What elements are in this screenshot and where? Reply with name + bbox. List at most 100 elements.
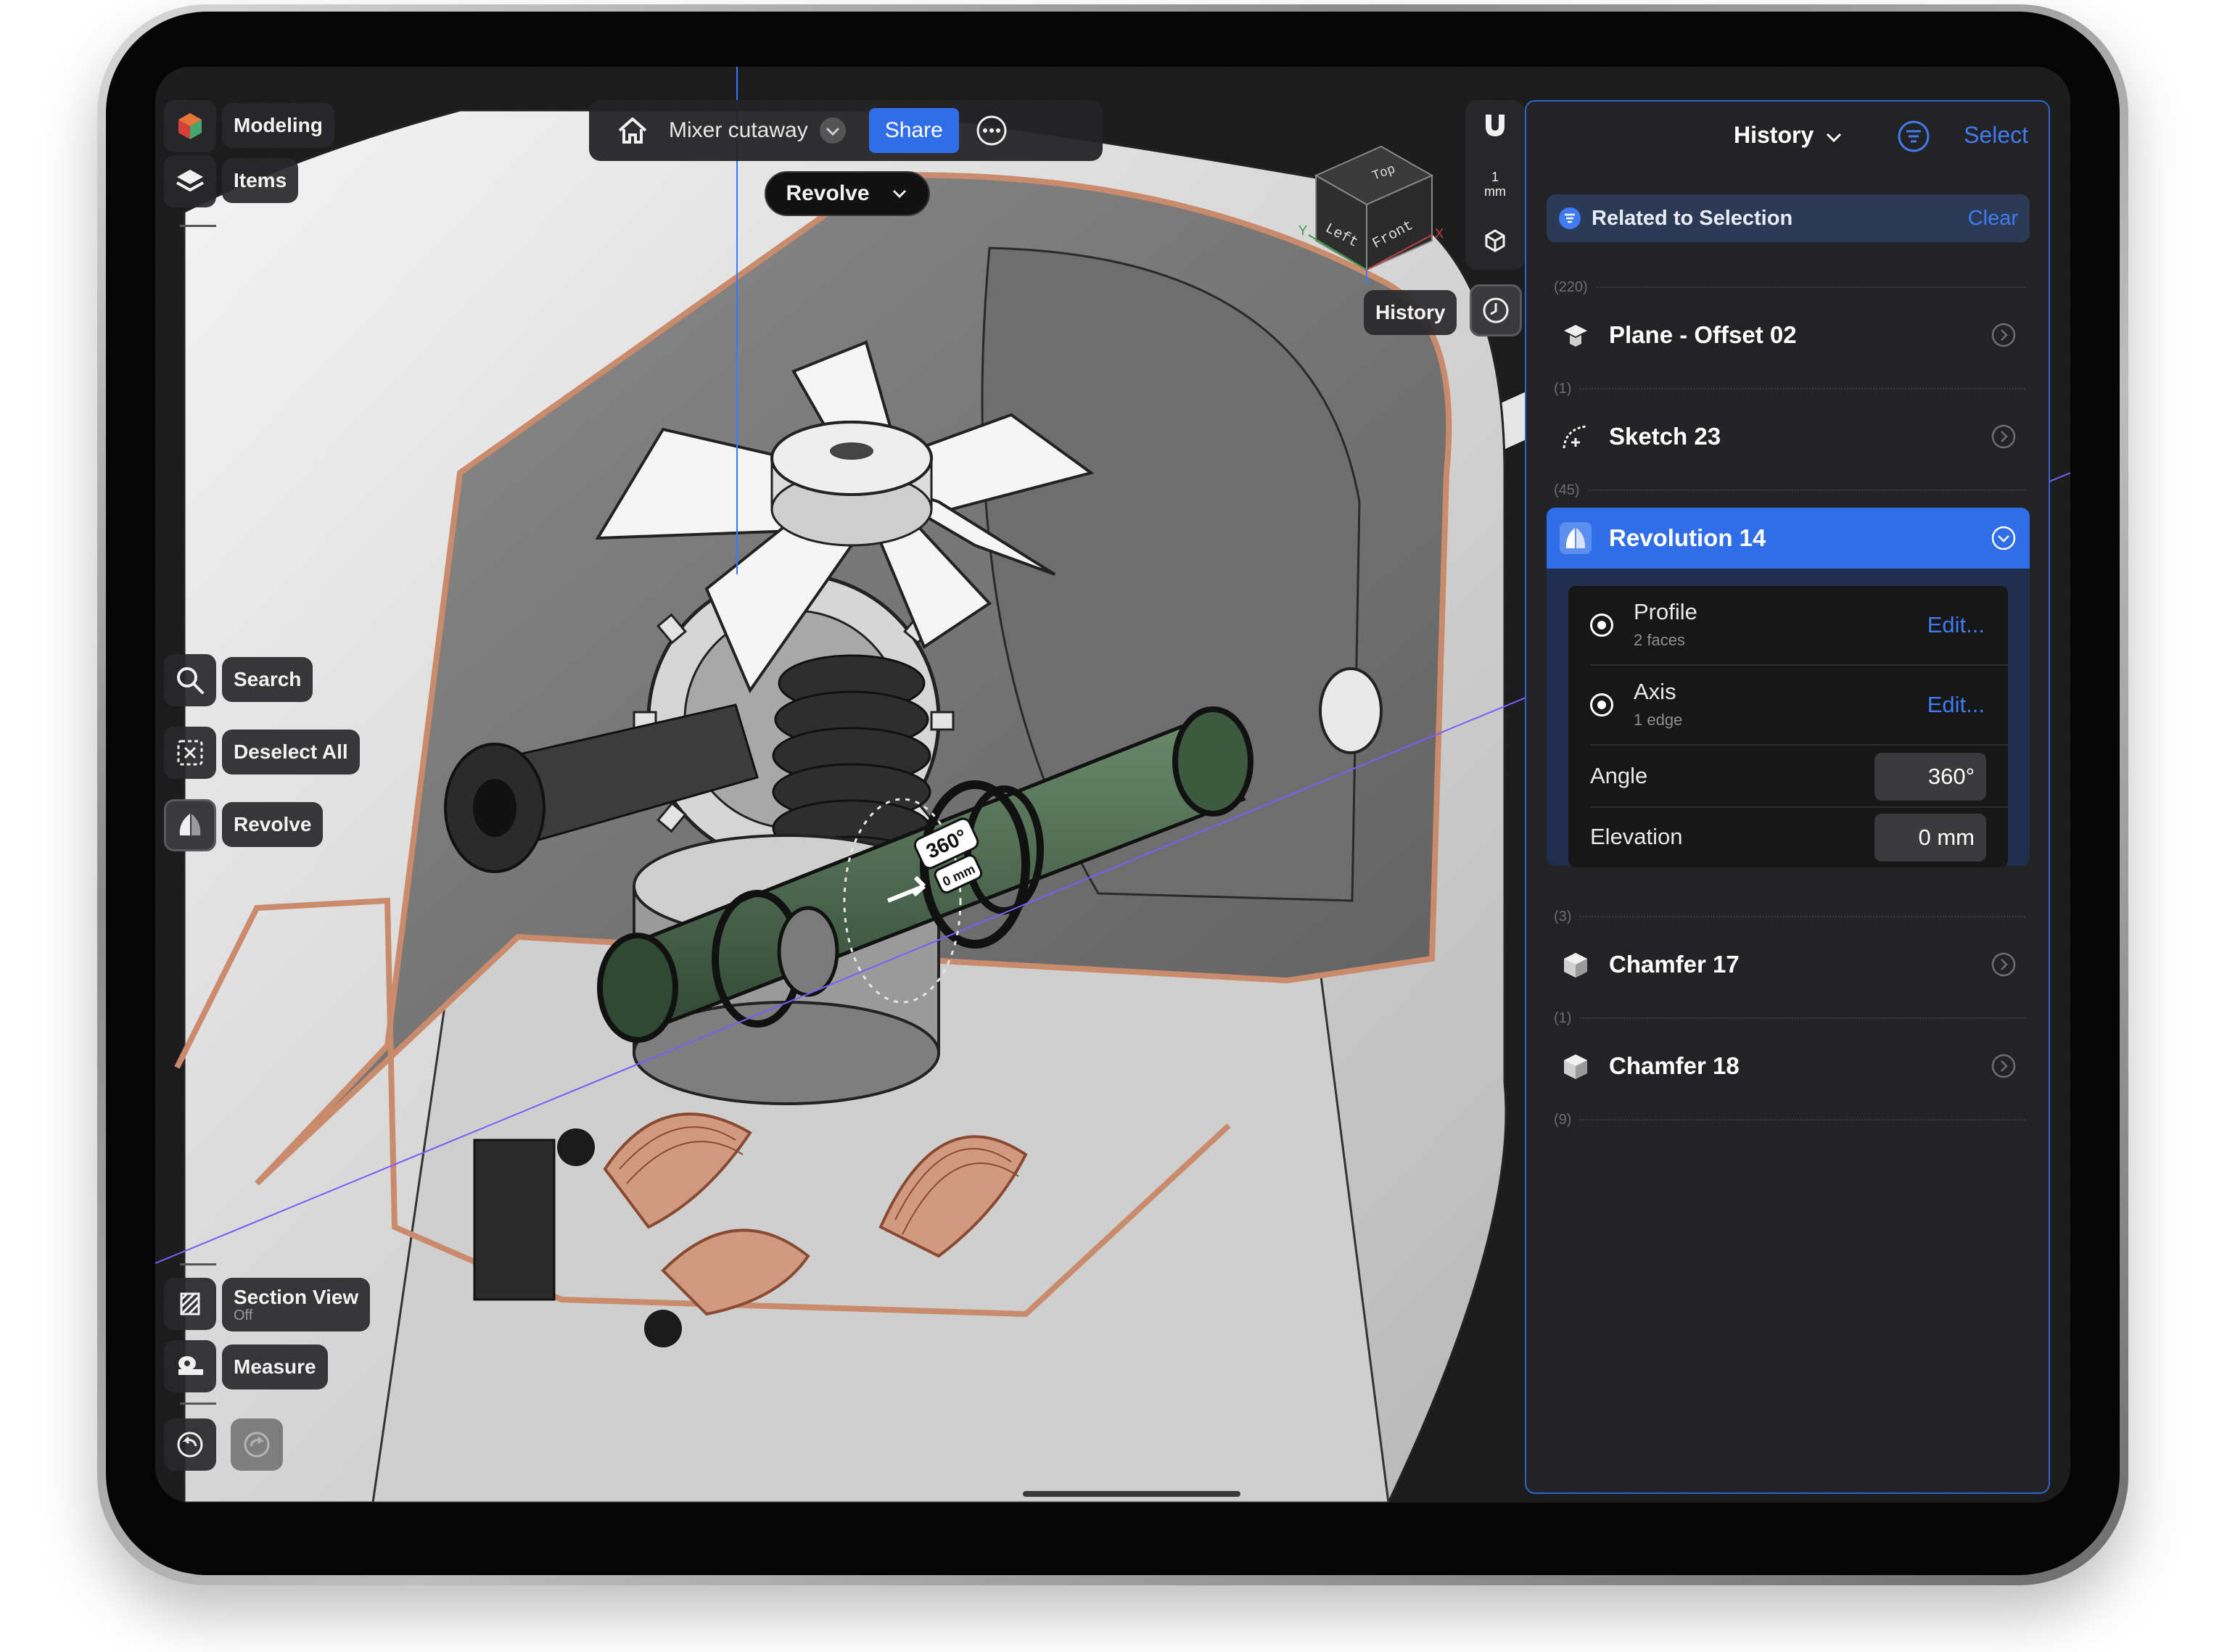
deselect-tool-button[interactable] <box>164 727 216 779</box>
elevation-label: Elevation <box>1590 824 1683 849</box>
hidden-count: (9) <box>1554 1111 1572 1128</box>
related-selection-filter[interactable]: Related to Selection Clear <box>1547 194 2030 242</box>
measure-tool-button[interactable] <box>164 1340 216 1392</box>
history-item-chamfer-17[interactable]: Chamfer 17 <box>1547 934 2030 995</box>
toolbar-divider-bottom <box>180 1263 216 1265</box>
profile-row[interactable]: Profile 2 faces Edit... <box>1568 586 2008 664</box>
measure-button[interactable]: Measure <box>222 1345 328 1389</box>
search-button[interactable]: Search <box>222 657 313 702</box>
viewcube-x-label: X <box>1435 226 1444 241</box>
hidden-count: (45) <box>1554 482 1580 498</box>
grid-scale-value: 1 <box>1491 170 1499 184</box>
history-toggle-label[interactable]: History <box>1364 290 1457 335</box>
grid-scale[interactable]: 1 mm <box>1465 170 1525 199</box>
undo-icon <box>177 1432 203 1458</box>
layers-icon <box>176 170 204 192</box>
axis-label: Axis <box>1634 679 1676 704</box>
items-button[interactable]: Items <box>222 158 299 203</box>
active-tool-selector[interactable]: Revolve <box>765 171 930 216</box>
undo-button[interactable] <box>164 1418 216 1471</box>
angle-input[interactable]: 360° <box>1874 753 1986 801</box>
deselect-label: Deselect All <box>234 740 348 763</box>
share-label: Share <box>884 118 943 142</box>
redo-icon <box>244 1432 270 1458</box>
modeling-label: Modeling <box>234 114 323 136</box>
document-toolbar: Mixer cutaway Share <box>589 100 1103 161</box>
chevron-down-icon[interactable] <box>1991 525 2017 551</box>
search-tool-button[interactable] <box>164 654 216 706</box>
axis-radio[interactable] <box>1590 693 1613 716</box>
chevron-right-icon[interactable] <box>1991 322 2017 348</box>
revolve-label: Revolve <box>234 813 312 835</box>
axis-sub: 1 edge <box>1634 711 1683 729</box>
deselect-icon <box>177 740 203 766</box>
hidden-count-row[interactable]: (220) <box>1554 278 2025 296</box>
revolve-icon <box>1560 522 1592 554</box>
history-item-label: Plane - Offset 02 <box>1609 321 1797 348</box>
history-item-chamfer-18[interactable]: Chamfer 18 <box>1547 1036 2030 1096</box>
measure-tape-icon <box>178 1356 203 1375</box>
toolbar-divider <box>180 225 216 227</box>
orientation-cube-icon[interactable] <box>1481 226 1510 255</box>
hidden-count: (220) <box>1554 278 1588 295</box>
history-item-plane-offset[interactable]: Plane - Offset 02 <box>1547 305 2030 365</box>
hidden-count-row[interactable]: (45) <box>1554 482 2025 499</box>
plane-icon <box>1564 325 1587 347</box>
chamfer-icon <box>1564 953 1587 978</box>
toolbar-divider-undo <box>180 1403 216 1405</box>
redo-button[interactable] <box>231 1418 283 1471</box>
chevron-right-icon[interactable] <box>1991 424 2017 450</box>
sketch-icon <box>1563 425 1586 449</box>
select-button[interactable]: Select <box>1964 122 2028 149</box>
history-panel: History Select Related to Selection Clea… <box>1525 100 2050 1494</box>
angle-row: Angle 360° <box>1568 746 2008 806</box>
share-button[interactable]: Share <box>868 108 959 153</box>
history-item-label: Revolution 14 <box>1609 524 1766 551</box>
view-tools: 1 mm <box>1465 100 1525 270</box>
modeling-workspace-icon[interactable] <box>164 100 216 152</box>
elevation-input[interactable]: 0 mm <box>1874 814 1986 862</box>
chevron-down-icon <box>1827 133 1842 142</box>
chevron-right-icon[interactable] <box>1991 951 2017 978</box>
axis-edit-button[interactable]: Edit... <box>1927 692 1985 718</box>
history-button[interactable] <box>1470 284 1522 336</box>
app-screen: 360° 0 mm Top Left Front Y X Modeling It… <box>155 67 2070 1503</box>
home-indicator[interactable] <box>1023 1491 1240 1497</box>
history-item-revolution[interactable]: Revolution 14 <box>1547 508 2030 569</box>
history-item-label: Sketch 23 <box>1609 423 1721 450</box>
hidden-count: (1) <box>1554 380 1572 397</box>
angle-label: Angle <box>1590 763 1648 788</box>
chevron-right-icon[interactable] <box>1991 1053 2017 1079</box>
more-options-icon[interactable] <box>975 114 1008 147</box>
section-view-label: Section View <box>234 1285 359 1308</box>
hidden-count-row[interactable]: (1) <box>1554 380 2025 397</box>
profile-radio[interactable] <box>1590 614 1613 637</box>
chevron-down-icon <box>892 189 906 199</box>
hidden-count: (3) <box>1554 908 1572 925</box>
home-icon[interactable] <box>614 112 651 149</box>
chevron-down-icon[interactable] <box>818 116 847 145</box>
history-label: History <box>1375 301 1446 323</box>
section-view-tool-button[interactable] <box>164 1278 216 1330</box>
profile-edit-button[interactable]: Edit... <box>1927 612 1985 638</box>
revolve-tool-button[interactable] <box>164 799 216 851</box>
magnet-icon[interactable] <box>1478 109 1512 142</box>
hidden-count-row[interactable]: (9) <box>1554 1111 2025 1128</box>
clock-icon <box>1483 297 1509 323</box>
hidden-count-row[interactable]: (1) <box>1554 1009 2025 1027</box>
axis-row[interactable]: Axis 1 edge Edit... <box>1568 666 2008 744</box>
items-button-icon[interactable] <box>164 155 216 207</box>
filter-icon[interactable] <box>1896 119 1931 154</box>
document-title[interactable]: Mixer cutaway <box>669 118 808 143</box>
clear-button[interactable]: Clear <box>1968 207 2018 231</box>
history-item-sketch[interactable]: Sketch 23 <box>1547 406 2030 467</box>
panel-title-dropdown[interactable]: History <box>1734 122 1843 149</box>
revolve-button[interactable]: Revolve <box>222 802 324 847</box>
section-view-state: Off <box>234 1307 253 1323</box>
deselect-all-button[interactable]: Deselect All <box>222 730 360 775</box>
measure-label: Measure <box>234 1355 316 1378</box>
modeling-button[interactable]: Modeling <box>222 103 334 148</box>
hidden-count-row[interactable]: (3) <box>1554 908 2025 925</box>
section-view-button[interactable]: Section View Off <box>222 1278 371 1331</box>
elevation-row: Elevation 0 mm <box>1568 808 2008 867</box>
